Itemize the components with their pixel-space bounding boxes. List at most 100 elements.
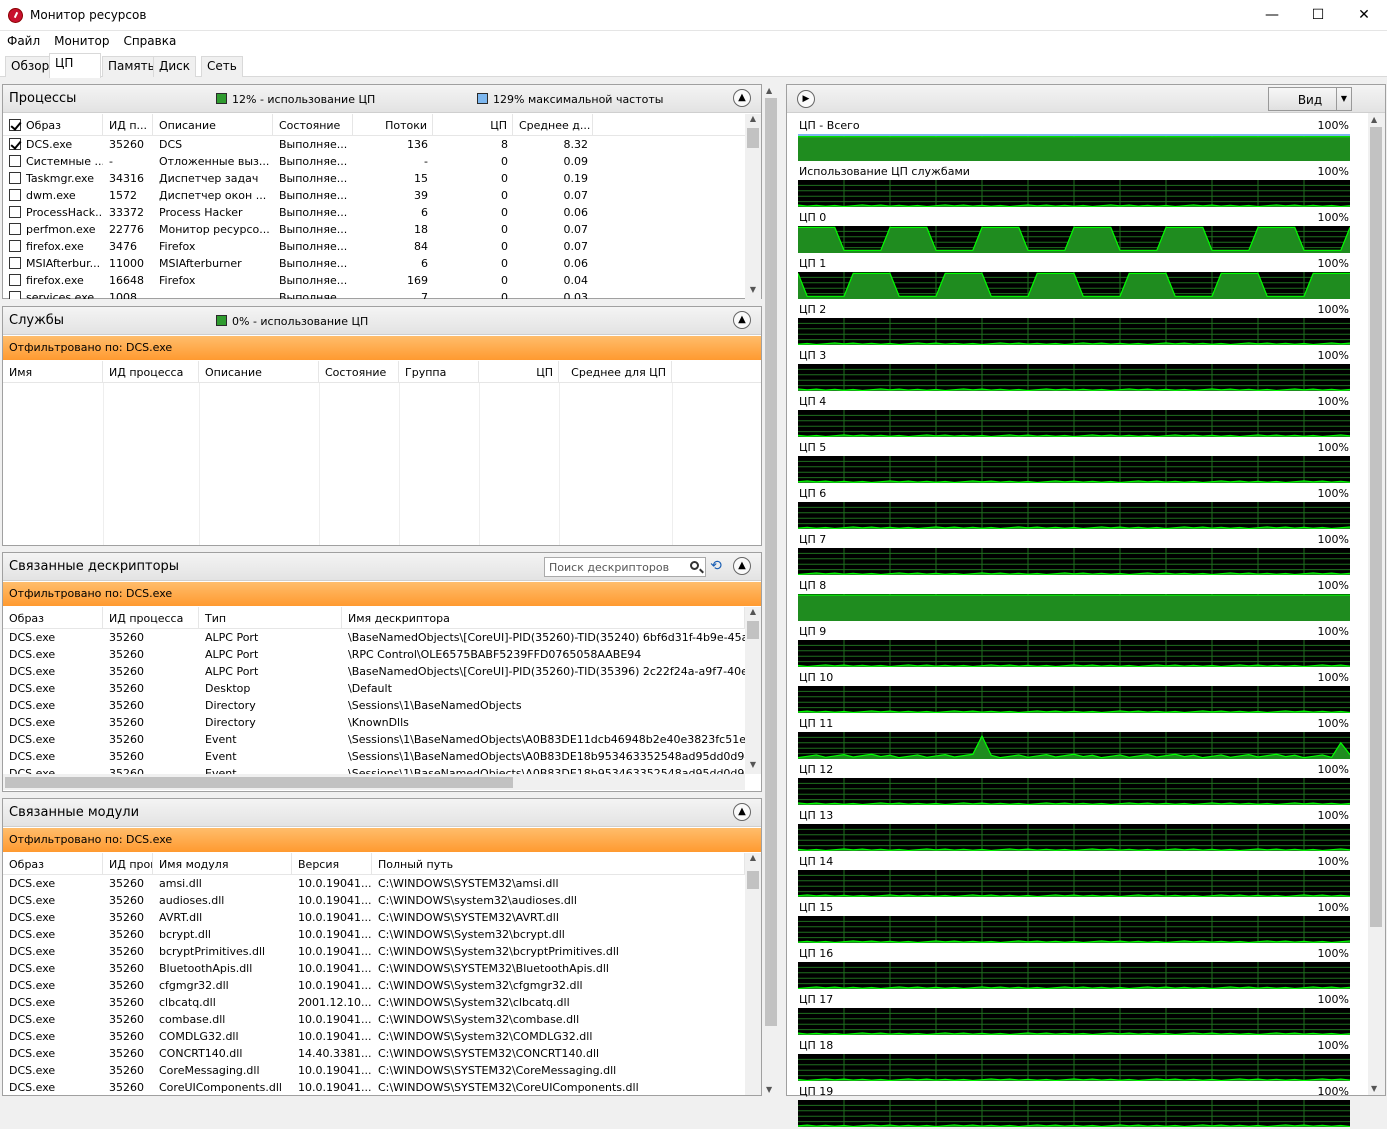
checkbox-icon[interactable] xyxy=(9,155,21,167)
col-state[interactable]: Состояние xyxy=(273,114,353,136)
checkbox-icon[interactable] xyxy=(9,172,21,184)
process-row[interactable]: MSIAfterbur... 11000 MSIAfterburner Выполня… xyxy=(3,255,745,272)
modules-scrollbar[interactable]: ▲ xyxy=(745,853,761,1095)
process-row[interactable]: perfmon.exe 22776 Монитор ресурсо... Выполн… xyxy=(3,221,745,238)
col-pid[interactable]: ИД процесса xyxy=(103,361,199,383)
checkbox-icon[interactable] xyxy=(9,206,21,218)
process-row[interactable]: ProcessHack... 33372 Process Hacker Выполня… xyxy=(3,204,745,221)
table-row[interactable]: DCS.exe 35260 CONCRT140.dll 14.40.3381.... C… xyxy=(3,1045,745,1062)
table-row[interactable]: DCS.exe 35260 Directory \Sessions\1\BaseNam… xyxy=(3,697,745,714)
table-row[interactable]: DCS.exe 35260 ALPC Port \RPC Control\OLE657… xyxy=(3,646,745,663)
table-row[interactable]: DCS.exe 35260 CoreMessaging.dll 10.0.19041.… xyxy=(3,1062,745,1079)
table-row[interactable]: DCS.exe 35260 Desktop \Default xyxy=(3,680,745,697)
tab-overview[interactable]: Обзор xyxy=(5,56,56,77)
tab-cpu[interactable]: ЦП xyxy=(49,53,101,78)
table-row[interactable]: DCS.exe 35260 bcrypt.dll 10.0.19041.... C:\W… xyxy=(3,926,745,943)
col-type[interactable]: Тип xyxy=(199,607,342,629)
graphs-scrollbar[interactable]: ▲ ▼ xyxy=(1368,113,1385,1095)
handles-search-input[interactable]: Поиск дескрипторов xyxy=(544,557,706,577)
collapse-icon[interactable]: ▲ xyxy=(733,89,751,107)
col-state[interactable]: Состояние xyxy=(319,361,399,383)
menu-help[interactable]: Справка xyxy=(116,31,183,48)
search-icon[interactable] xyxy=(690,561,699,570)
process-row[interactable]: Taskmgr.exe 34316 Диспетчер задач Выполняе.… xyxy=(3,170,745,187)
menu-monitor[interactable]: Монитор xyxy=(47,31,116,48)
table-row[interactable]: DCS.exe 35260 Event \Sessions\1\BaseNamedOb… xyxy=(3,765,745,774)
process-row[interactable]: Системные ... - Отложенные выз... Выполняе.… xyxy=(3,153,745,170)
tab-disk[interactable]: Диск xyxy=(153,56,197,77)
col-full-path[interactable]: Полный путь xyxy=(372,853,745,875)
checkbox-icon[interactable] xyxy=(9,119,21,131)
col-description[interactable]: Описание xyxy=(153,114,273,136)
table-row[interactable]: DCS.exe 35260 ALPC Port \BaseNamedObjects\[… xyxy=(3,629,745,646)
scroll-thumb[interactable] xyxy=(1370,127,1382,927)
process-row[interactable]: DCS.exe 35260 DCS Выполняе... 136 8 8.32 xyxy=(3,136,745,153)
col-cpu[interactable]: ЦП xyxy=(433,114,513,136)
collapse-icon[interactable]: ▲ xyxy=(733,803,751,821)
scroll-down-icon[interactable]: ▼ xyxy=(766,1085,772,1094)
expand-arrow-icon[interactable]: ▶ xyxy=(797,90,815,108)
checkbox-icon[interactable] xyxy=(9,240,21,252)
scroll-up-icon[interactable]: ▲ xyxy=(745,607,761,621)
table-row[interactable]: DCS.exe 35260 BluetoothApis.dll 10.0.19041.… xyxy=(3,960,745,977)
refresh-icon[interactable]: ⟲ xyxy=(708,559,724,575)
col-cpu[interactable]: ЦП xyxy=(479,361,559,383)
chevron-down-icon[interactable]: ▼ xyxy=(1336,88,1351,110)
tab-memory[interactable]: Память xyxy=(102,56,161,77)
handles-vscrollbar[interactable]: ▲ ▼ xyxy=(745,607,761,774)
table-row[interactable]: DCS.exe 35260 Event \Sessions\1\BaseNamedOb… xyxy=(3,748,745,765)
table-row[interactable]: DCS.exe 35260 bcryptPrimitives.dll 10.0.190… xyxy=(3,943,745,960)
process-row[interactable]: services.exe 1008 Выполняе... 7 0 0.03 xyxy=(3,289,745,299)
hscroll-thumb[interactable] xyxy=(5,777,513,788)
col-avg-cpu[interactable]: Среднее д... xyxy=(513,114,593,136)
col-image[interactable]: Образ xyxy=(3,114,103,136)
processes-header[interactable]: Процессы 12% - использование ЦП 129% мак… xyxy=(3,85,761,113)
table-row[interactable]: DCS.exe 35260 Event \Sessions\1\BaseNamedOb… xyxy=(3,731,745,748)
col-group[interactable]: Группа xyxy=(399,361,479,383)
modules-header[interactable]: Связанные модули ▲ xyxy=(3,799,761,827)
table-row[interactable]: DCS.exe 35260 ALPC Port \BaseNamedObjects\[… xyxy=(3,663,745,680)
minimize-button[interactable]: — xyxy=(1249,0,1295,31)
handles-hscrollbar[interactable] xyxy=(3,774,745,790)
table-row[interactable]: DCS.exe 35260 amsi.dll 10.0.19041.... C:\WIN… xyxy=(3,875,745,892)
pane-scrollbar[interactable]: ▲ ▼ xyxy=(763,84,781,1096)
collapse-icon[interactable]: ▲ xyxy=(733,311,751,329)
scroll-thumb[interactable] xyxy=(747,128,759,148)
scroll-thumb[interactable] xyxy=(747,871,759,889)
table-row[interactable]: DCS.exe 35260 AVRT.dll 10.0.19041.... C:\WIN… xyxy=(3,909,745,926)
col-threads[interactable]: Потоки xyxy=(353,114,433,136)
checkbox-icon[interactable] xyxy=(9,257,21,269)
checkbox-icon[interactable] xyxy=(9,274,21,286)
scroll-up-icon[interactable]: ▲ xyxy=(745,114,761,128)
col-pid[interactable]: ИД п... xyxy=(103,114,153,136)
collapse-icon[interactable]: ▲ xyxy=(733,557,751,575)
checkbox-icon[interactable] xyxy=(9,291,21,299)
scroll-up-icon[interactable]: ▲ xyxy=(766,86,772,95)
scroll-thumb[interactable] xyxy=(747,621,759,639)
col-handle-name[interactable]: Имя дескриптора xyxy=(342,607,745,629)
scroll-up-icon[interactable]: ▲ xyxy=(745,853,761,867)
process-row[interactable]: dwm.exe 1572 Диспетчер окон ... Выполняе...… xyxy=(3,187,745,204)
handles-header[interactable]: Связанные дескрипторы Поиск дескрипторов… xyxy=(3,553,761,581)
col-version[interactable]: Версия xyxy=(292,853,372,875)
table-row[interactable]: DCS.exe 35260 Directory \KnownDlls xyxy=(3,714,745,731)
table-row[interactable]: DCS.exe 35260 cfgmgr32.dll 10.0.19041.... C:… xyxy=(3,977,745,994)
col-description[interactable]: Описание xyxy=(199,361,319,383)
checkbox-icon[interactable] xyxy=(9,138,21,150)
scroll-down-icon[interactable]: ▼ xyxy=(745,285,761,299)
scroll-down-icon[interactable]: ▼ xyxy=(745,760,761,774)
col-pid[interactable]: ИД процесса xyxy=(103,607,199,629)
checkbox-icon[interactable] xyxy=(9,223,21,235)
table-row[interactable]: DCS.exe 35260 clbcatq.dll 2001.12.10.... C:\… xyxy=(3,994,745,1011)
col-pid[interactable]: ИД процесса xyxy=(103,853,153,875)
col-image[interactable]: Образ xyxy=(3,853,103,875)
table-row[interactable]: DCS.exe 35260 COMDLG32.dll 10.0.19041.... C:… xyxy=(3,1028,745,1045)
tab-network[interactable]: Сеть xyxy=(201,56,243,77)
scroll-up-icon[interactable]: ▲ xyxy=(1371,115,1377,124)
maximize-button[interactable]: ☐ xyxy=(1295,0,1341,31)
close-button[interactable]: ✕ xyxy=(1341,0,1387,31)
table-row[interactable]: DCS.exe 35260 audioses.dll 10.0.19041.... C:… xyxy=(3,892,745,909)
table-row[interactable]: DCS.exe 35260 combase.dll 10.0.19041.... C:\… xyxy=(3,1011,745,1028)
scroll-down-icon[interactable]: ▼ xyxy=(1371,1084,1377,1093)
view-button[interactable]: Вид ▼ xyxy=(1268,87,1352,111)
